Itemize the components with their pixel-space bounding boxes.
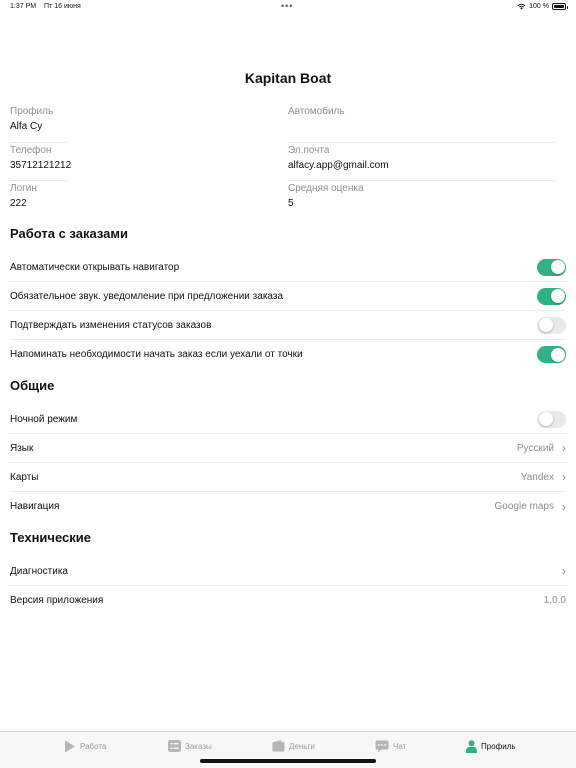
section-title-general: Общие	[10, 378, 55, 393]
setting-confirm-status: Подтверждать изменения статусов заказов	[10, 311, 566, 340]
setting-label: Подтверждать изменения статусов заказов	[10, 319, 212, 331]
battery-percent: 100 %	[529, 3, 549, 10]
profile-field: Профиль Alfa Cy	[10, 104, 288, 143]
tab-chat[interactable]: Чат	[375, 740, 406, 753]
night-mode-toggle[interactable]	[537, 410, 566, 428]
setting-label: Напоминать необходимости начать заказ ес…	[10, 349, 303, 360]
login-field: Логин 222	[10, 181, 288, 220]
toggle-knob	[538, 412, 553, 426]
field-label: Профиль	[10, 106, 54, 117]
toggle-knob	[538, 318, 553, 332]
chevron-right-icon: ›	[562, 499, 566, 514]
field-value: 35712121212	[10, 159, 72, 171]
person-icon	[466, 740, 477, 753]
field-value: 5	[288, 198, 294, 209]
setting-start-reminder: Напоминать необходимости начать заказ ес…	[10, 340, 566, 369]
wallet-icon	[272, 740, 285, 752]
auto-navigator-toggle[interactable]	[537, 258, 566, 276]
chat-icon	[375, 740, 389, 753]
toggle-knob	[550, 347, 565, 362]
field-label: Автомобиль	[288, 106, 345, 117]
tab-label: Работа	[80, 742, 107, 751]
tab-label: Чат	[393, 742, 407, 751]
status-time: 1:37 PM	[10, 3, 37, 10]
tab-bar: Работа Заказы Деньги Чат Профиль	[0, 731, 576, 768]
section-title-orders: Работа с заказами	[10, 226, 128, 241]
page-title: Kapitan Boat	[244, 70, 332, 86]
chevron-right-icon: ›	[562, 441, 566, 455]
multitask-dots[interactable]: •••	[281, 1, 293, 11]
sound-notification-toggle[interactable]	[537, 287, 566, 305]
setting-night-mode: Ночной режим	[10, 405, 566, 434]
list-icon	[168, 740, 181, 752]
setting-diagnostics[interactable]: Диагностика ›	[10, 557, 566, 586]
technical-settings-list: Диагностика › Версия приложения 1.0.0	[10, 557, 566, 615]
wifi-icon	[517, 3, 526, 10]
setting-label: Автоматически открывать навигатор	[10, 261, 180, 273]
general-settings-list: Ночной режим Язык Русский › Карты Yandex…	[10, 405, 566, 521]
setting-label: Версия приложения	[10, 595, 104, 606]
field-value: 222	[10, 198, 27, 209]
profile-info: Профиль Alfa Cy Автомобиль Телефон 35712…	[10, 104, 566, 220]
setting-maps[interactable]: Карты Yandex ›	[10, 463, 566, 492]
field-label: Средняя оценка	[288, 183, 364, 194]
app-version-value: 1.0.0	[543, 595, 566, 606]
chevron-right-icon: ›	[562, 564, 566, 578]
start-reminder-toggle[interactable]	[537, 346, 566, 363]
confirm-status-toggle[interactable]	[537, 316, 566, 334]
setting-language[interactable]: Язык Русский ›	[10, 434, 566, 463]
toggle-knob	[550, 289, 565, 303]
tab-work[interactable]: Работа	[64, 740, 106, 753]
car-field: Автомобиль	[288, 104, 566, 143]
rating-field: Средняя оценка 5	[288, 181, 566, 220]
setting-label: Обязательное звук. уведомление при предл…	[10, 290, 284, 302]
setting-sound-notification: Обязательное звук. уведомление при предл…	[10, 282, 566, 311]
tab-profile[interactable]: Профиль	[466, 740, 516, 753]
home-indicator[interactable]	[200, 759, 376, 763]
status-bar: 1:37 PM Пт 16 июня ••• 100 %	[0, 0, 576, 14]
setting-label: Язык	[10, 442, 34, 454]
field-label: Эл.почта	[288, 144, 330, 156]
tab-label: Деньги	[289, 741, 315, 751]
setting-navigation[interactable]: Навигация Google maps ›	[10, 492, 566, 521]
phone-field: Телефон 35712121212	[10, 143, 288, 182]
tab-orders[interactable]: Заказы	[168, 740, 212, 752]
tab-label: Профиль	[481, 742, 516, 751]
battery-icon	[552, 3, 568, 10]
field-value: Alfa Cy	[10, 121, 43, 132]
setting-auto-navigator: Автоматически открывать навигатор	[10, 253, 566, 282]
status-date: Пт 16 июня	[44, 3, 81, 10]
tab-money[interactable]: Деньги	[272, 740, 315, 752]
toggle-knob	[550, 260, 565, 274]
email-field: Эл.почта alfacy.app@gmail.com	[288, 143, 566, 182]
chevron-right-icon: ›	[562, 470, 566, 484]
language-value: Русский	[516, 442, 554, 454]
setting-label: Ночной режим	[10, 413, 78, 425]
setting-app-version: Версия приложения 1.0.0	[10, 586, 566, 615]
maps-value: Yandex	[520, 471, 554, 483]
field-label: Логин	[10, 183, 37, 194]
navigation-value: Google maps	[494, 501, 554, 512]
field-value: alfacy.app@gmail.com	[288, 159, 389, 171]
section-title-technical: Технические	[10, 530, 91, 545]
orders-settings-list: Автоматически открывать навигатор Обязат…	[10, 253, 566, 369]
setting-label: Диагностика	[10, 565, 68, 577]
field-label: Телефон	[10, 144, 52, 156]
play-icon	[65, 740, 75, 753]
tab-label: Заказы	[185, 741, 212, 751]
setting-label: Навигация	[10, 501, 60, 512]
setting-label: Карты	[10, 471, 39, 483]
